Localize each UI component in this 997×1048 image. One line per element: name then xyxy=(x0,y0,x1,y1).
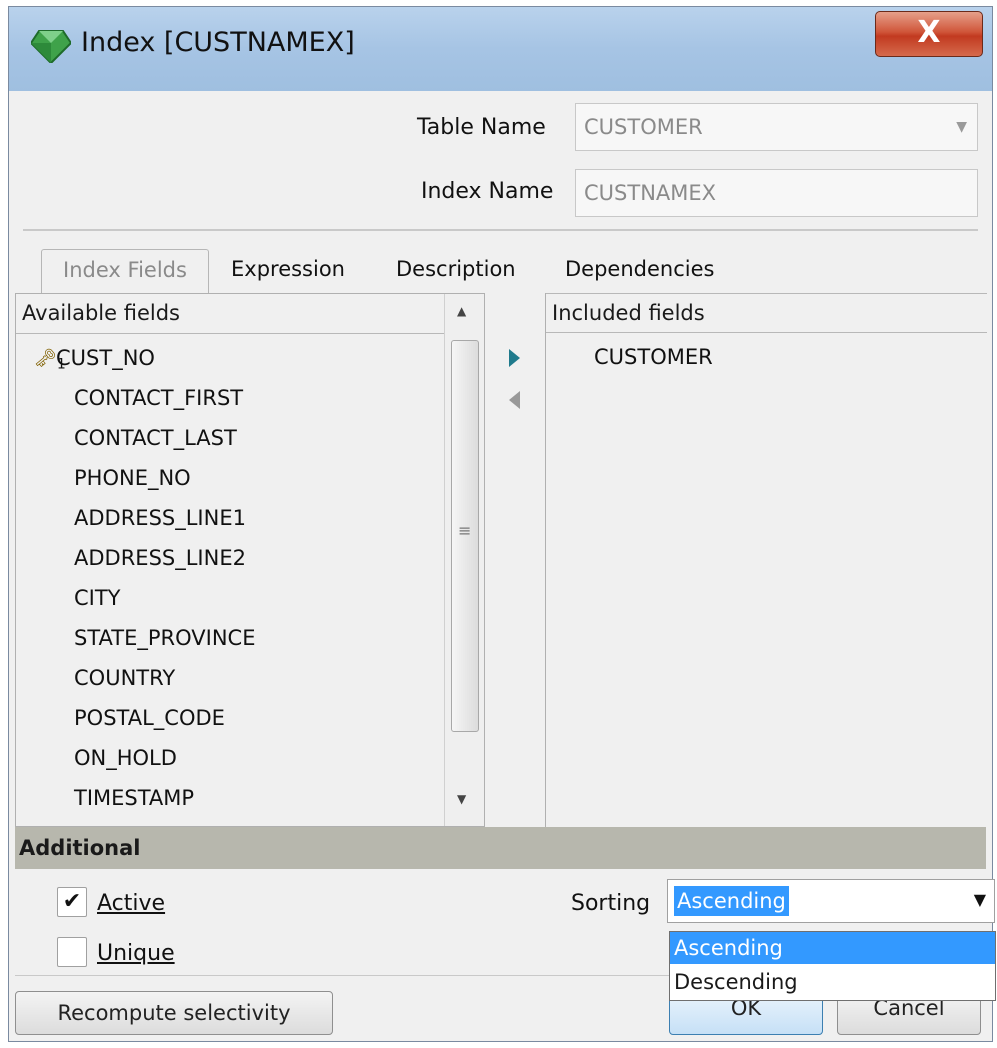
chevron-down-icon: ▼ xyxy=(956,119,967,135)
sorting-label: Sorting xyxy=(571,891,651,916)
list-item[interactable]: ADDRESS_LINE1 xyxy=(74,506,246,530)
app-gem-icon xyxy=(29,29,73,65)
move-right-icon[interactable] xyxy=(509,349,520,367)
index-name-label: Index Name xyxy=(421,179,554,204)
scroll-thumb[interactable]: ≡ xyxy=(451,340,479,732)
sorting-value: Ascending xyxy=(674,886,789,916)
list-item[interactable]: POSTAL_CODE xyxy=(74,706,225,730)
additional-section-header: Additional xyxy=(15,827,986,869)
index-dialog: Index [CUSTNAMEX] X Table Name CUSTOMER … xyxy=(8,6,996,1042)
list-item[interactable]: ON_HOLD xyxy=(74,746,177,770)
list-item[interactable]: CUST_NO xyxy=(56,346,155,370)
included-fields-header: Included fields xyxy=(546,293,987,333)
index-name-input[interactable]: CUSTNAMEX xyxy=(575,169,978,217)
move-left-icon[interactable] xyxy=(509,391,520,409)
active-checkbox[interactable]: ✔ xyxy=(57,887,87,917)
included-fields-list[interactable]: Included fields CUSTOMER xyxy=(545,293,987,827)
list-item[interactable]: CITY xyxy=(74,586,121,610)
tab-description[interactable]: Description xyxy=(396,257,516,281)
available-fields-header: Available fields xyxy=(16,294,444,334)
window-title: Index [CUSTNAMEX] xyxy=(81,27,355,58)
list-item[interactable]: STATE_PROVINCE xyxy=(74,626,255,650)
index-name-value: CUSTNAMEX xyxy=(584,181,717,205)
table-name-select[interactable]: CUSTOMER ▼ xyxy=(575,103,978,151)
tab-expression[interactable]: Expression xyxy=(231,257,345,281)
title-bar[interactable]: Index [CUSTNAMEX] X xyxy=(9,7,992,91)
unique-checkbox[interactable] xyxy=(57,937,87,967)
scroll-up-icon[interactable]: ▲ xyxy=(457,304,466,318)
tab-index-fields[interactable]: Index Fields xyxy=(41,249,209,293)
list-item[interactable]: CONTACT_FIRST xyxy=(74,386,243,410)
dialog-body: Table Name CUSTOMER ▼ Index Name CUSTNAM… xyxy=(15,91,996,1037)
close-button[interactable]: X xyxy=(875,11,983,57)
recompute-selectivity-button[interactable]: Recompute selectivity xyxy=(15,991,333,1035)
unique-label[interactable]: Unique xyxy=(97,941,175,966)
active-label[interactable]: Active xyxy=(97,891,165,916)
option-descending[interactable]: Descending xyxy=(670,966,995,998)
list-item[interactable]: TIMESTAMP xyxy=(74,786,194,810)
available-fields-list[interactable]: Available fields 🗝1 CUST_NO CONTACT_FIRST… xyxy=(15,293,485,827)
list-item[interactable]: CUSTOMER xyxy=(594,345,713,369)
scroll-down-icon[interactable]: ▼ xyxy=(457,792,466,806)
sorting-dropdown-list[interactable]: Ascending Descending xyxy=(669,931,996,1001)
table-name-value: CUSTOMER xyxy=(584,115,703,139)
checkmark-icon: ✔ xyxy=(62,889,82,914)
sorting-select[interactable]: Ascending ▼ xyxy=(667,879,995,923)
list-item[interactable]: CONTACT_LAST xyxy=(74,426,237,450)
option-ascending[interactable]: Ascending xyxy=(670,932,995,964)
table-name-label: Table Name xyxy=(417,115,546,140)
list-item[interactable]: PHONE_NO xyxy=(74,466,191,490)
chevron-down-icon[interactable]: ▼ xyxy=(974,890,986,909)
list-item[interactable]: COUNTRY xyxy=(74,666,175,690)
list-item[interactable]: ADDRESS_LINE2 xyxy=(74,546,246,570)
divider xyxy=(23,229,978,231)
scrollbar[interactable]: ▲ ≡ ▼ xyxy=(444,294,484,826)
tab-dependencies[interactable]: Dependencies xyxy=(565,257,714,281)
grip-icon: ≡ xyxy=(458,521,472,540)
